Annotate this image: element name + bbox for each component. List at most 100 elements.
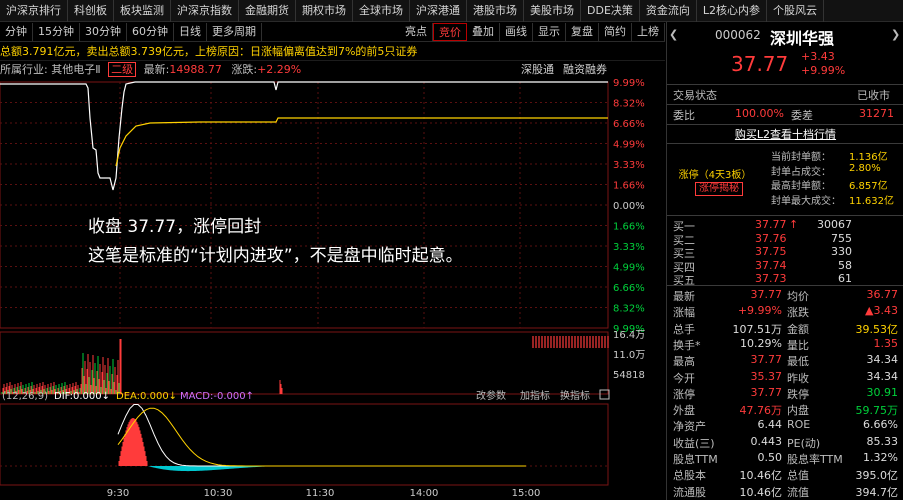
stat-value: 394.7亿 — [855, 485, 899, 499]
stat-value: 59.75万 — [855, 404, 899, 418]
chart-tool-5[interactable]: 复盘 — [566, 22, 599, 41]
trade-state-label: 交易状态 — [673, 89, 717, 102]
price-axis-label: 8.32% — [613, 99, 645, 110]
stat-label: 均价 — [787, 290, 809, 303]
bid-price-2: 37.75 — [755, 245, 787, 258]
limit-stat-value-0: 1.136亿 — [849, 152, 888, 163]
chart-tool-0[interactable]: 亮点 — [400, 22, 433, 41]
stat-value: 37.77 — [750, 288, 783, 301]
price-axis-label: 3.33% — [613, 242, 645, 253]
chart-tool-3[interactable]: 画线 — [500, 22, 533, 41]
top-nav-item-4[interactable]: 金融期货 — [239, 0, 296, 22]
stat-value: 85.33 — [866, 434, 899, 448]
time-axis-label: 11:30 — [306, 488, 335, 499]
macd-button-0[interactable]: 改参数 — [476, 389, 506, 402]
prev-stock-icon[interactable]: ❮ — [669, 28, 678, 41]
period-tab-1[interactable]: 15分钟 — [33, 22, 80, 41]
stat-value: +9.99% — [737, 304, 782, 318]
macd-button-1[interactable]: 加指标 — [520, 389, 550, 402]
macd-params[interactable]: (12,26,9) — [2, 391, 48, 402]
stat-label: 外盘 — [673, 404, 695, 418]
billboard-status: 总额3.791亿元，卖出总额3.739亿元，上榜原因：日涨幅偏离值达到7%的前5… — [0, 43, 665, 61]
stat-value: 39.53亿 — [855, 322, 899, 336]
stat-value: 35.37 — [750, 369, 783, 383]
chart-toolbar: 分钟 15分钟 30分钟 60分钟 日线 更多周期 亮点 竞价 叠加 画线 显示 复盘 简约 上榜 — [0, 22, 665, 42]
price-axis-label: 9.99% — [613, 78, 645, 89]
top-nav-item-2[interactable]: 板块监测 — [114, 0, 171, 22]
top-nav-item-5[interactable]: 期权市场 — [296, 0, 353, 22]
price-line — [0, 81, 608, 191]
chart-tool-7[interactable]: 上榜 — [632, 22, 665, 41]
top-nav-item-0[interactable]: 沪深京排行 — [0, 0, 68, 22]
stat-label: 最高 — [673, 355, 695, 369]
stat-label: 收益(三) — [673, 436, 715, 450]
stat-value: 10.46亿 — [739, 485, 783, 499]
chart-tool-2[interactable]: 叠加 — [467, 22, 500, 41]
price-axis-label: 3.33% — [613, 160, 645, 171]
next-stock-icon[interactable]: ❯ — [891, 28, 900, 41]
volume-axis-label: 11.0万 — [613, 350, 645, 361]
index-latest-label: 最新: — [143, 63, 170, 76]
top-nav-item-6[interactable]: 全球市场 — [353, 0, 410, 22]
buy-l2-button[interactable]: 购买L2查看十档行情 — [735, 128, 836, 141]
industry-name[interactable]: 其他电子Ⅱ — [51, 63, 100, 76]
top-nav-item-7[interactable]: 沪深港通 — [410, 0, 467, 22]
margin-trading-link[interactable]: 融资融券 — [563, 62, 607, 78]
top-nav-item-12[interactable]: L2核心内参 — [697, 0, 768, 22]
index-change-label: 涨跌: — [231, 63, 258, 76]
stat-label: 换手* — [673, 338, 701, 352]
bid-volume-3: 58 — [838, 258, 852, 272]
stat-label: 量比 — [787, 338, 809, 352]
stat-value: 1.35 — [873, 336, 899, 350]
stat-value: 0.443 — [750, 434, 783, 448]
period-tab-2[interactable]: 30分钟 — [80, 22, 127, 41]
intraday-chart[interactable]: 9.99% 8.32% 6.66% 4.99% 3.33% 1.66% 0.00% 1.66%… — [0, 78, 665, 500]
period-tab-3[interactable]: 60分钟 — [127, 22, 174, 41]
bid-volume-2: 330 — [831, 245, 852, 258]
bid-volume-4: 61 — [838, 272, 852, 285]
price-axis-label: 8.32% — [613, 304, 645, 315]
stat-label: 最低 — [787, 355, 809, 369]
hk-connect-link[interactable]: 深股通 — [521, 62, 554, 78]
bid-price-0: 37.77 — [755, 218, 787, 231]
limit-stat-label-0: 当前封单额： — [771, 152, 831, 163]
bid-price-3: 37.74 — [755, 258, 787, 272]
top-nav-item-1[interactable]: 科创板 — [68, 0, 114, 22]
top-nav-item-3[interactable]: 沪深京指数 — [171, 0, 239, 22]
level-badge[interactable]: 二级 — [108, 62, 137, 77]
chart-tool-6[interactable]: 简约 — [599, 22, 632, 41]
stat-label: 跌停 — [787, 387, 809, 401]
top-nav-item-11[interactable]: 资金流向 — [640, 0, 697, 22]
weibi-value: 100.00% — [735, 107, 784, 120]
top-nav-item-10[interactable]: DDE决策 — [581, 0, 640, 22]
volume-axis-label: 16.4万 — [613, 330, 645, 341]
price-change-pct: +9.99% — [801, 64, 846, 77]
macd-button-2[interactable]: 换指标 — [560, 389, 590, 402]
bid-arrow-icon: ↑ — [789, 218, 799, 231]
period-tab-4[interactable]: 日线 — [174, 22, 207, 41]
price-axis-label: 6.66% — [613, 119, 645, 130]
stock-code: 000062 — [715, 28, 761, 42]
chart-tool-1[interactable]: 竞价 — [433, 22, 467, 41]
period-tab-0[interactable]: 分钟 — [0, 22, 33, 41]
volume-axis-label: 54818 — [613, 370, 645, 381]
top-nav-item-13[interactable]: 个股风云 — [767, 0, 825, 22]
stat-value: 36.77 — [866, 288, 899, 301]
limit-stat-value-3: 11.632亿 — [849, 195, 894, 207]
stat-label: 金额 — [787, 322, 809, 336]
top-nav-item-8[interactable]: 港股市场 — [467, 0, 524, 22]
price-axis-label: 6.66% — [613, 283, 645, 294]
limit-stat-label-1: 封单占成交： — [771, 166, 831, 178]
time-axis-label: 10:30 — [204, 488, 233, 499]
stat-label: ROE — [787, 418, 811, 432]
stat-label: 总值 — [787, 469, 809, 483]
caption-line-2: 这笔是标准的“计划内进攻”，不是盘中临时起意。 — [88, 246, 463, 266]
quote-panel: ❮ 000062 深圳华强 ❯ 37.77 +3.43 +9.99% 交易状态 … — [666, 22, 903, 500]
limit-up-reveal-button[interactable]: 涨停揭秘 — [695, 182, 743, 196]
price-axis-label: 1.66% — [613, 181, 645, 192]
dea-value: DEA:0.000↓ — [116, 391, 177, 402]
period-tab-5[interactable]: 更多周期 — [207, 22, 262, 41]
chart-tool-4[interactable]: 显示 — [533, 22, 566, 41]
top-nav-item-9[interactable]: 美股市场 — [524, 0, 581, 22]
price-axis-label: 4.99% — [613, 263, 645, 274]
